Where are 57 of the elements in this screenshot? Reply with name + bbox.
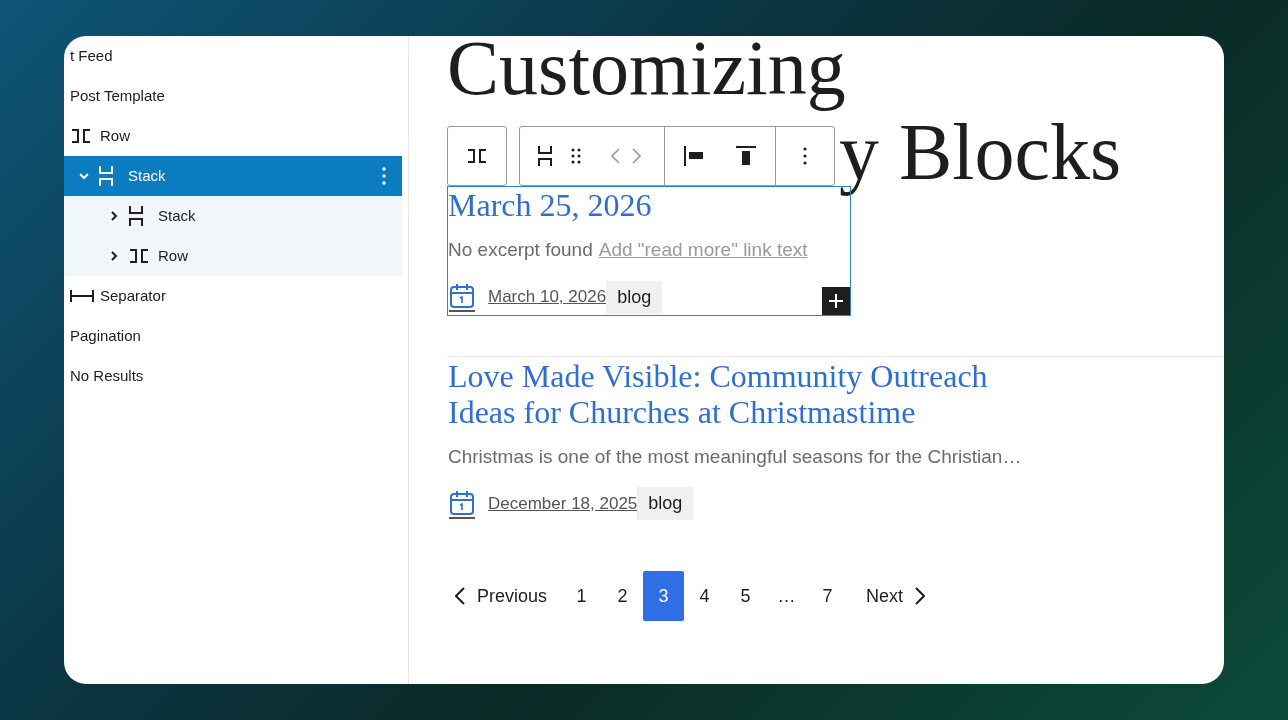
page-title: Customizing — [447, 36, 847, 110]
page-number[interactable]: … — [766, 571, 808, 621]
add-block-button[interactable] — [822, 286, 850, 315]
align-left-icon[interactable] — [683, 144, 705, 168]
layer-item[interactable]: No Results — [64, 356, 402, 396]
post-excerpt: No excerpt found — [448, 238, 593, 262]
stack-icon — [98, 165, 114, 187]
move-arrows-icon[interactable] — [610, 147, 642, 165]
layer-item[interactable]: Row — [64, 236, 402, 276]
layer-label: Stack — [158, 205, 196, 226]
layer-label: No Results — [70, 365, 144, 386]
calendar-icon — [448, 282, 476, 312]
separator-icon — [70, 289, 94, 303]
layer-item[interactable]: t Feed — [64, 36, 402, 76]
post-date[interactable]: December 18, 2025 — [488, 490, 638, 517]
layer-item[interactable]: Stack — [64, 196, 402, 236]
layer-label: Stack — [128, 165, 166, 186]
row-icon — [128, 248, 150, 264]
chevron-right-icon — [915, 587, 926, 605]
layer-label: Separator — [100, 285, 166, 306]
stack-icon — [537, 145, 553, 167]
layer-item[interactable]: Separator — [64, 276, 402, 316]
stack-icon — [128, 205, 144, 227]
post-tag[interactable]: blog — [637, 487, 694, 520]
layer-item[interactable]: Pagination — [64, 316, 402, 356]
page-number[interactable]: 4 — [684, 571, 726, 621]
page-number[interactable]: 2 — [602, 571, 644, 621]
layer-label: Post Template — [70, 85, 165, 106]
post-title[interactable]: Love Made Visible: Community Outreach Ideas for Churches at Christmastime — [448, 357, 1058, 430]
chevron-left-icon — [455, 587, 465, 605]
chevron-down-icon[interactable] — [78, 170, 90, 182]
layer-item[interactable]: Post Template — [64, 76, 402, 116]
next-page-link[interactable]: Next — [848, 571, 926, 621]
layer-item[interactable]: Stack — [64, 156, 402, 196]
chevron-right-icon[interactable] — [108, 210, 120, 222]
page-number[interactable]: 7 — [807, 571, 849, 621]
page-number[interactable]: 3 — [643, 571, 685, 621]
align-top-icon[interactable] — [735, 145, 757, 167]
calendar-icon — [448, 488, 476, 519]
layer-item[interactable]: Row — [64, 116, 402, 156]
layer-label: Row — [158, 245, 188, 266]
chevron-right-icon[interactable] — [108, 250, 120, 262]
row-icon — [466, 148, 488, 164]
previous-page-link[interactable]: Previous — [447, 571, 562, 621]
page-number[interactable]: 5 — [725, 571, 767, 621]
layer-label: Row — [100, 125, 130, 146]
row-icon — [70, 128, 92, 144]
more-options-icon[interactable] — [803, 147, 807, 165]
post-tag[interactable]: blog — [606, 280, 663, 314]
layer-label: Pagination — [70, 325, 141, 346]
post-excerpt: Christmas is one of the most meaningful seasons for the Christian… — [448, 444, 1022, 469]
block-type-button[interactable] — [447, 126, 507, 186]
plus-icon — [828, 292, 844, 309]
layer-label: t Feed — [70, 45, 113, 66]
page-number[interactable]: 1 — [561, 571, 603, 621]
post-date[interactable]: March 10, 2026 — [488, 284, 607, 310]
drag-handle-icon[interactable] — [570, 147, 582, 165]
